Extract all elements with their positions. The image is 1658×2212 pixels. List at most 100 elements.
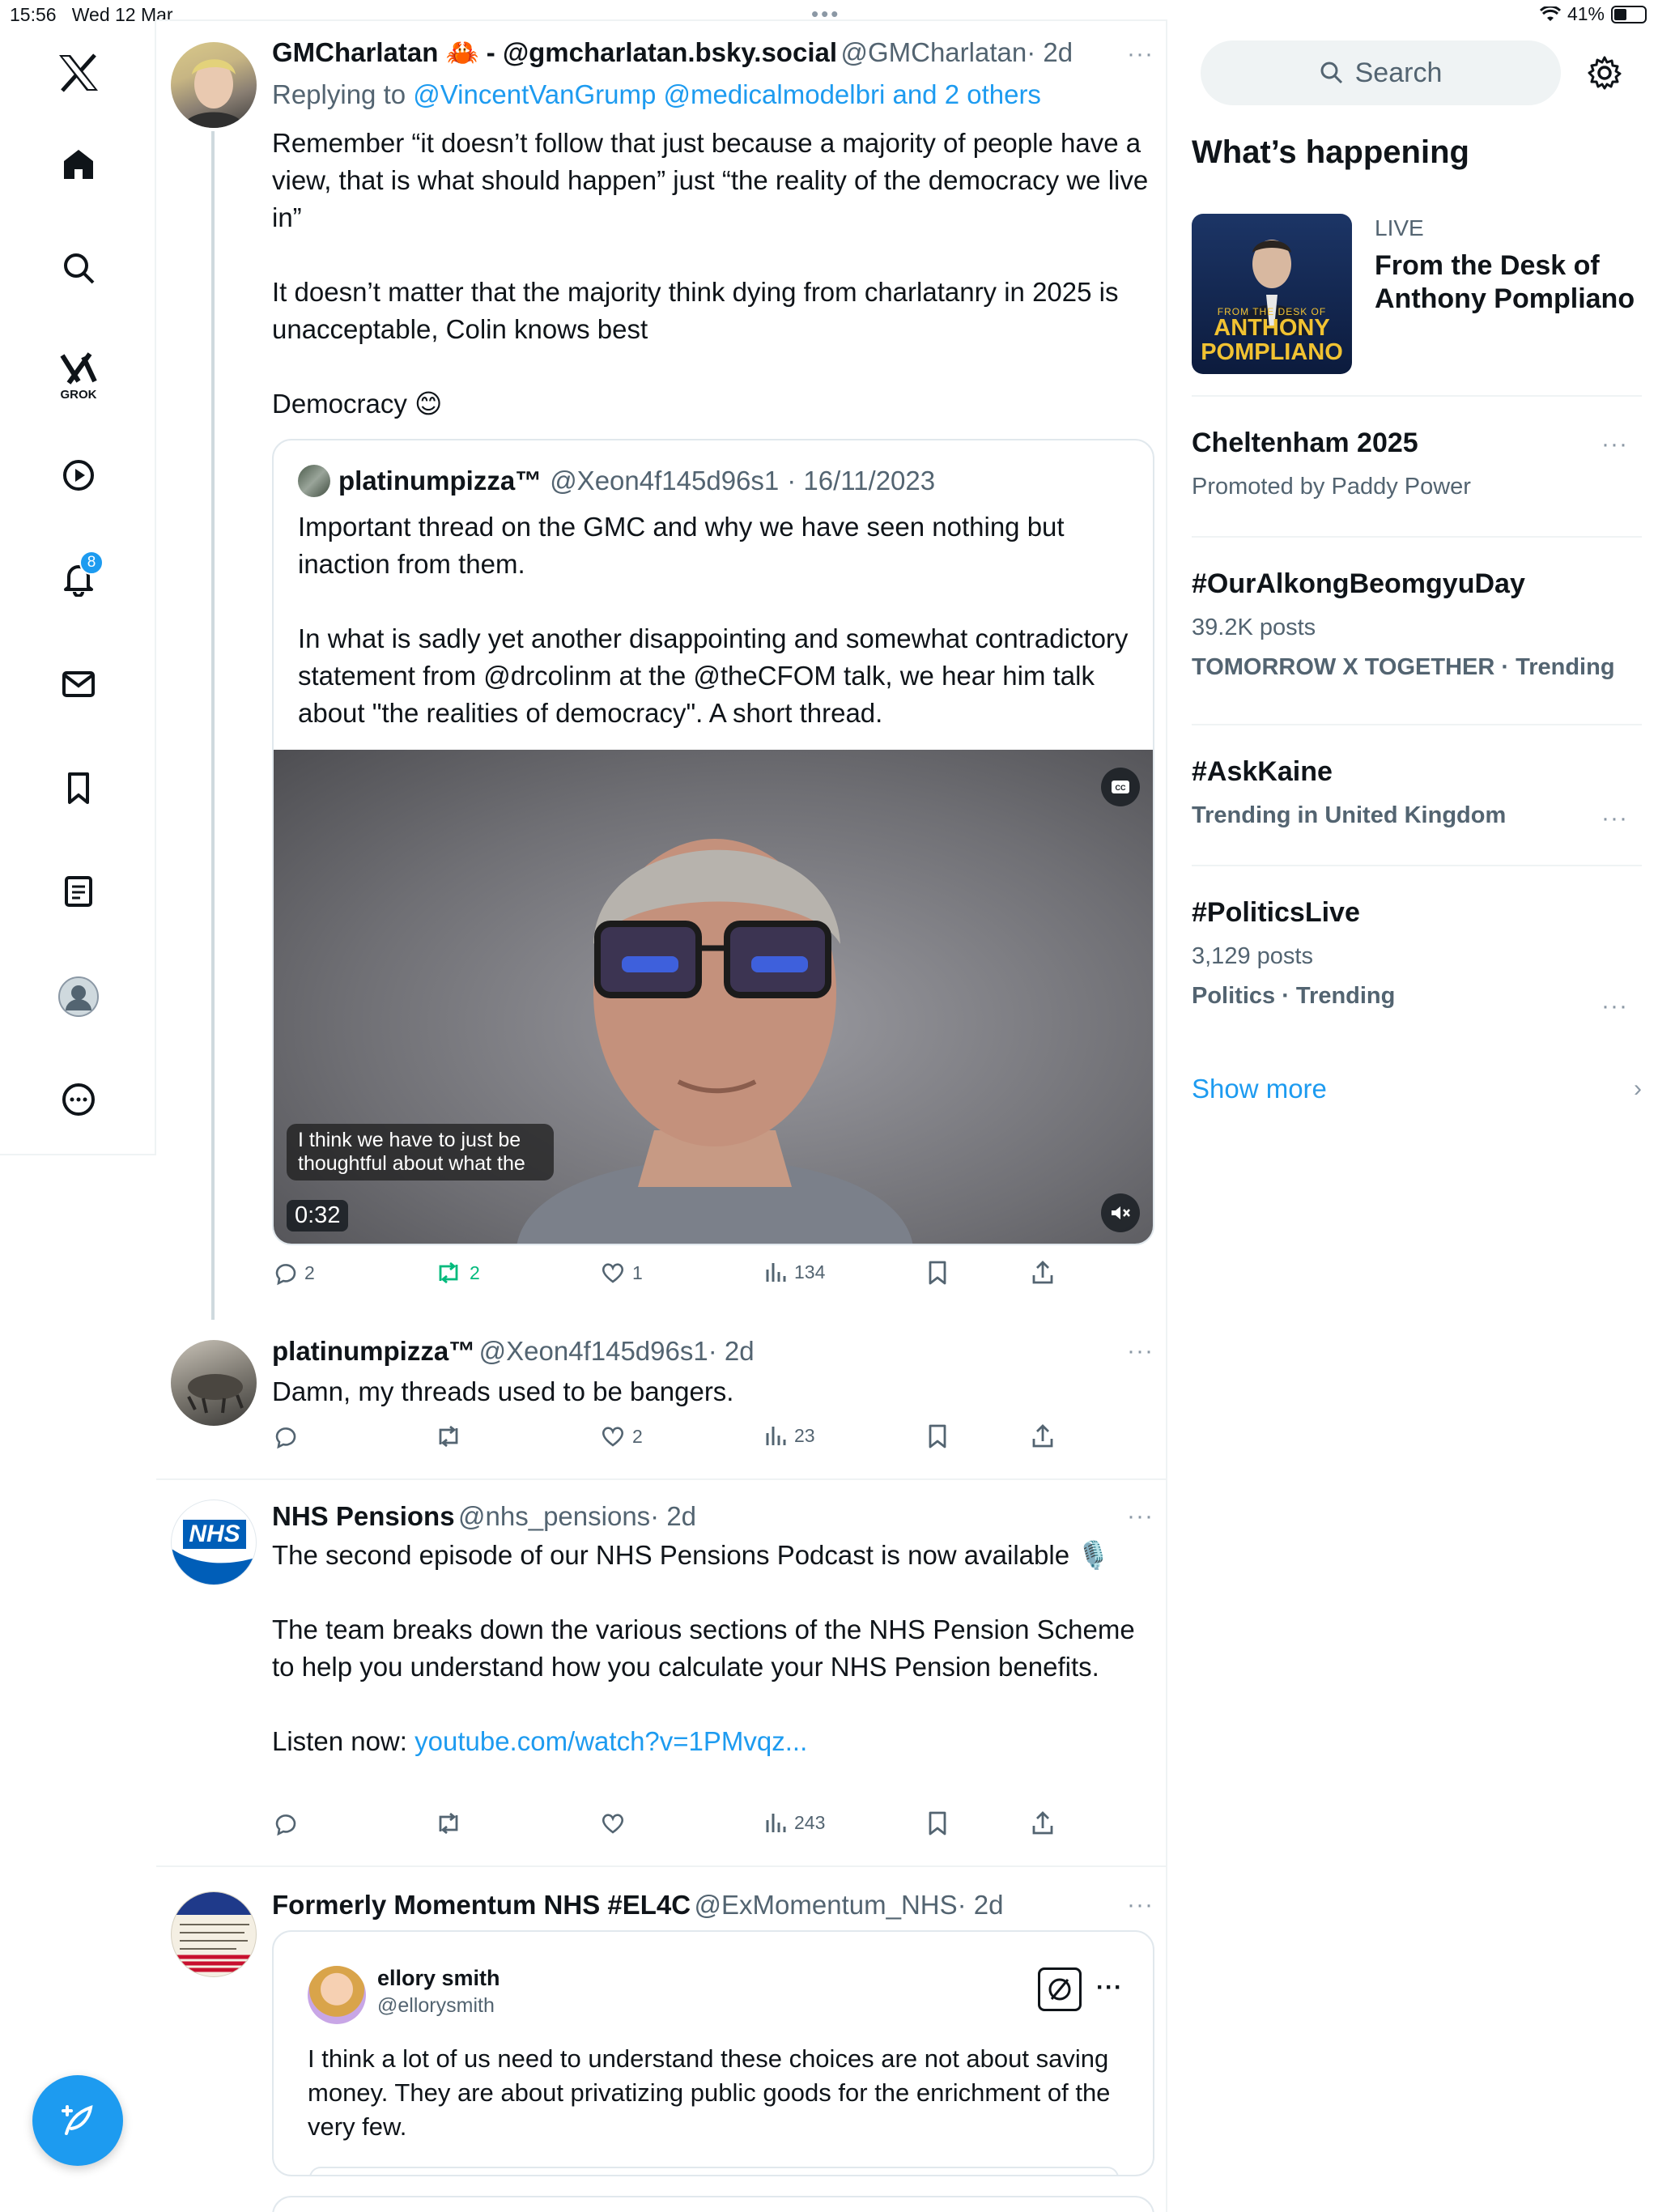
tweet-avatar[interactable] <box>171 1340 257 1426</box>
trend-more-icon[interactable]: ··· <box>1601 431 1628 458</box>
replying-to-users[interactable]: @VincentVanGrump @medicalmodelbri and 2 … <box>413 79 1041 109</box>
reply-button[interactable]: 2 <box>272 1260 315 1286</box>
live-thumbnail-name: ANTHONY POMPLIANO <box>1192 316 1352 364</box>
tweet-more-options-icon[interactable]: ··· <box>1127 1338 1154 1365</box>
tweet-more-options-icon[interactable]: ··· <box>1127 1891 1154 1919</box>
tweet-author-handle[interactable]: @nhs_pensions <box>458 1501 650 1531</box>
bookmark-button[interactable] <box>926 1810 949 1836</box>
more-options-icon[interactable] <box>50 1071 107 1128</box>
tweet-author-name[interactable]: Formerly Momentum NHS #EL4C <box>272 1890 691 1920</box>
video-player[interactable]: CC I think we have to just be thoughtful… <box>274 750 1153 1244</box>
settings-gear-icon[interactable] <box>1587 55 1622 95</box>
search-bar[interactable]: Search <box>1201 40 1561 105</box>
bluesky-post-icon[interactable] <box>1038 1967 1082 2011</box>
youtube-link[interactable]: youtube.com/watch?v=1PMvqz... <box>414 1726 807 1756</box>
retweet-icon <box>439 1261 458 1284</box>
quoted-author-handle[interactable]: @Xeon4f145d96s1 <box>550 466 779 496</box>
explore-search-icon[interactable] <box>50 240 107 296</box>
embedded-author-avatar[interactable] <box>308 1966 366 2024</box>
tweet-actions: 2 23 <box>272 1423 1154 1459</box>
views-button[interactable]: 134 <box>763 1260 825 1284</box>
trend-more-icon[interactable]: ··· <box>1601 993 1628 1020</box>
battery-icon <box>1611 5 1647 23</box>
embedded-author-handle[interactable]: @ellorysmith <box>377 1994 500 2018</box>
tweet-more-options-icon[interactable]: ··· <box>1127 1503 1154 1530</box>
retweet-button[interactable] <box>434 1423 463 1449</box>
tweet-time[interactable]: · 2d <box>650 1501 696 1531</box>
bookmark-button[interactable] <box>926 1260 949 1286</box>
tweet-time[interactable]: · 2d <box>1027 37 1073 67</box>
live-label: LIVE <box>1375 215 1424 240</box>
quoted-author-name[interactable]: platinumpizza™ <box>338 466 542 496</box>
grok-icon[interactable]: GROK <box>50 340 107 402</box>
like-button[interactable] <box>600 1810 626 1836</box>
mute-icon[interactable] <box>1101 1193 1140 1232</box>
x-logo-icon[interactable] <box>50 45 107 101</box>
quoted-text-paragraph: Important thread on the GMC and why we h… <box>298 512 1065 579</box>
video-play-icon[interactable] <box>50 447 107 504</box>
embedded-post-card[interactable]: ellory smith @ellorysmith ··· I think a … <box>272 1930 1154 2176</box>
reply-button[interactable] <box>272 1810 298 1836</box>
tweet-more-options-icon[interactable]: ··· <box>1127 40 1154 68</box>
messages-envelope-icon[interactable] <box>50 656 107 713</box>
tweet-header: NHS Pensions @nhs_pensions· 2d <box>272 1501 696 1532</box>
live-thumbnail[interactable]: FROM THE DESK OF ANTHONY POMPLIANO <box>1192 214 1352 374</box>
views-button[interactable]: 23 <box>763 1423 815 1448</box>
tweet-text: Remember “it doesn’t follow that just be… <box>272 125 1154 423</box>
view-count: 23 <box>794 1424 815 1446</box>
tweet-actions: 2 2 1 134 <box>272 1260 1154 1295</box>
tweet-author-handle[interactable]: @Xeon4f145d96s1 <box>479 1336 708 1366</box>
multitasking-dots-icon[interactable]: ••• <box>811 2 840 27</box>
embedded-more-options-icon[interactable]: ··· <box>1096 1974 1123 2001</box>
retweet-icon <box>439 1812 458 1835</box>
quoted-tweet-date[interactable]: · 16/11/2023 <box>787 466 935 496</box>
reply-button[interactable] <box>272 1423 298 1449</box>
share-icon <box>1032 1811 1053 1835</box>
trend-item[interactable]: #OurAlkongBeomgyuDay 39.2K posts TOMORRO… <box>1192 568 1642 681</box>
like-button[interactable]: 1 <box>600 1260 643 1286</box>
show-more-link[interactable]: Show more › <box>1192 1074 1642 1104</box>
tweet-author-name[interactable]: GMCharlatan 🦀 - @gmcharlatan.bsky.social <box>272 37 837 67</box>
closed-captions-icon[interactable]: CC <box>1101 768 1140 806</box>
video-caption: I think we have to just be thoughtful ab… <box>287 1124 554 1180</box>
tweet-author-name[interactable]: platinumpizza™ <box>272 1336 475 1366</box>
embedded-nested-card <box>309 2167 1119 2175</box>
views-chart-icon <box>766 1427 786 1445</box>
tweet-author-name[interactable]: NHS Pensions <box>272 1501 455 1531</box>
tweet-avatar[interactable] <box>171 42 257 128</box>
trend-item[interactable]: Cheltenham 2025 Promoted by Paddy Power <box>1192 428 1642 500</box>
notifications-bell-icon[interactable]: 8 <box>50 551 107 607</box>
tweet-author-handle[interactable]: @GMCharlatan <box>840 37 1027 67</box>
tweet-author-handle[interactable]: @ExMomentum_NHS <box>695 1890 958 1920</box>
profile-avatar-icon[interactable] <box>50 968 107 1025</box>
quoted-tweet-avatar[interactable] <box>298 465 330 497</box>
retweet-button[interactable]: 2 <box>434 1260 480 1286</box>
share-button[interactable] <box>1030 1810 1056 1836</box>
quoted-tweet[interactable]: platinumpizza™ @Xeon4f145d96s1 · 16/11/20… <box>272 439 1154 1245</box>
views-button[interactable]: 243 <box>763 1810 825 1835</box>
share-button[interactable] <box>1030 1423 1056 1449</box>
tweet-avatar[interactable] <box>171 1891 257 1977</box>
compose-post-button[interactable] <box>32 2075 123 2166</box>
compose-feather-icon <box>62 2105 93 2135</box>
retweet-button[interactable] <box>434 1810 463 1836</box>
tweet-avatar[interactable]: NHS <box>171 1499 257 1585</box>
bookmark-button[interactable] <box>926 1423 949 1449</box>
trend-more-icon[interactable]: ··· <box>1601 805 1628 832</box>
grok-label: GROK <box>60 388 97 402</box>
home-icon[interactable] <box>50 136 107 193</box>
share-button[interactable] <box>1030 1260 1056 1286</box>
quoted-text-paragraph: In what is sadly yet another disappointi… <box>298 623 1129 728</box>
view-count: 243 <box>794 1811 826 1833</box>
trend-item[interactable]: #PoliticsLive 3,129 posts Politics · Tre… <box>1192 897 1642 1010</box>
tweet-time[interactable]: · 2d <box>958 1890 1004 1920</box>
quoted-tweet-header: platinumpizza™ @Xeon4f145d96s1 · 16/11/20… <box>298 465 935 497</box>
lists-icon[interactable] <box>50 863 107 920</box>
bookmarks-icon[interactable] <box>50 759 107 816</box>
live-title[interactable]: From the Desk of Anthony Pompliano <box>1375 249 1642 316</box>
like-button[interactable]: 2 <box>600 1423 643 1449</box>
embedded-author-name[interactable]: ellory smith <box>377 1966 500 1991</box>
live-thumbnail-line1: ANTHONY <box>1214 315 1330 341</box>
tweet-time[interactable]: · 2d <box>708 1336 755 1366</box>
trend-item[interactable]: #AskKaine Trending in United Kingdom <box>1192 756 1642 829</box>
